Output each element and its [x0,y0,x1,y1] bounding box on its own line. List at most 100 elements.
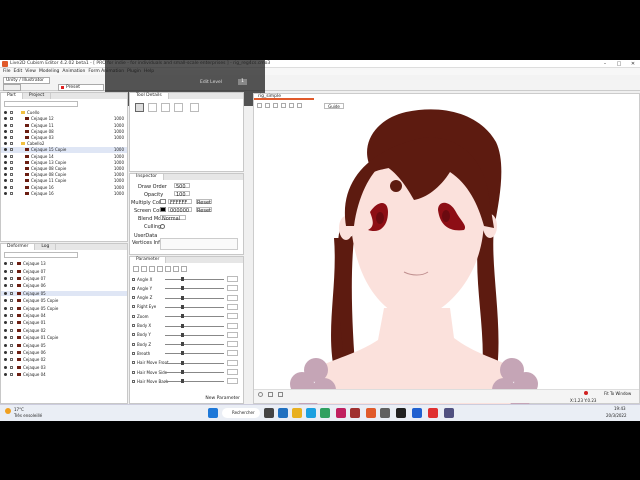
deformer-row[interactable]: Cejaque 07 [1,276,127,282]
deformer-row[interactable]: Cejaque 05 Copie [1,298,127,304]
app-icon-13[interactable] [444,408,454,418]
arrow-tool-icon[interactable] [135,103,144,112]
draw-order-field[interactable]: 500 [174,183,190,190]
deformer-row[interactable]: Cejaque 03 [1,365,127,371]
param-key-icon[interactable] [132,379,135,383]
parameter-value-box[interactable] [227,331,238,338]
visibility-eye-icon[interactable] [4,167,7,171]
lock-icon[interactable] [10,343,13,347]
parameter-slider-knob[interactable] [181,286,185,291]
parameter-slider-knob[interactable] [181,323,185,328]
lasso-tool-icon[interactable] [161,103,170,112]
app-icon-12[interactable] [428,408,438,418]
menu-file[interactable]: File [3,69,11,74]
pen-tool-icon[interactable] [174,103,183,112]
parameter-slider-knob[interactable] [181,277,185,281]
parameter-slider-track[interactable] [165,279,224,280]
deformer-row[interactable]: Cejaque 06 [1,283,127,289]
parameter-slider-knob[interactable] [181,332,185,337]
part-row[interactable]: Cejaque 15 Copie 1000 [1,147,127,153]
part-row[interactable]: Cejaque 11 1000 [1,122,127,128]
param-key-icon[interactable] [132,342,135,346]
taskbar-search[interactable]: Rechercher [222,408,260,418]
deformer-row[interactable]: Cejaque 04 [1,372,127,378]
parameter-value-box[interactable] [227,341,238,348]
lock-icon[interactable] [10,314,13,318]
param-tool-icon-3[interactable] [149,266,155,272]
workspace-select[interactable]: Unity / Illustrator [3,77,50,84]
parameter-slider-track[interactable] [165,297,224,299]
parameter-slider-track[interactable] [165,288,224,290]
parameter-value-box[interactable] [227,369,238,375]
canvas-record-red-icon[interactable] [584,391,588,395]
blend-mode-select[interactable]: Normal [160,215,186,222]
visibility-eye-icon[interactable] [4,373,7,377]
tab-tool-details[interactable]: Tool Details [130,93,169,99]
deformer-row[interactable]: Cejaque 01 [1,320,127,326]
parameter-row[interactable]: Breath [132,349,241,357]
visibility-eye-icon[interactable] [4,117,7,121]
visibility-eye-icon[interactable] [4,284,7,288]
app-icon-10[interactable] [396,408,406,418]
visibility-eye-icon[interactable] [4,321,7,325]
edit-level-value[interactable]: 1 [238,79,247,85]
part-row[interactable]: Cejaque 08 Copie 1000 [1,166,127,172]
workspace-icons[interactable] [3,84,21,91]
lock-icon[interactable] [10,148,13,152]
parameter-slider-knob[interactable] [181,360,185,365]
parameter-slider-knob[interactable] [181,314,185,319]
visibility-eye-icon[interactable] [4,351,7,355]
visibility-eye-icon[interactable] [4,328,7,332]
tab-deformer[interactable]: Deformer [1,244,36,250]
app-icon-6[interactable] [336,408,346,418]
lock-icon[interactable] [10,277,13,281]
parameter-slider-knob[interactable] [181,295,185,300]
lock-icon[interactable] [10,365,13,369]
parameter-slider-track[interactable] [165,353,224,355]
menu-view[interactable]: View [25,69,36,74]
lock-icon[interactable] [10,117,13,121]
parameter-slider-knob[interactable] [181,342,185,347]
deformer-row[interactable]: Cejaque 13 [1,261,127,267]
param-key-icon[interactable] [132,361,135,365]
parameter-slider-track[interactable] [165,362,224,364]
deformer-row[interactable]: Cejaque 02 [1,328,127,334]
part-row[interactable]: Cejaque 12 1000 [1,116,127,122]
visibility-eye-icon[interactable] [4,365,7,369]
deformer-search-input[interactable] [4,252,78,258]
part-row[interactable]: Cejaque 13 Copie 1000 [1,160,127,166]
visibility-eye-icon[interactable] [4,314,7,318]
lock-icon[interactable] [10,129,13,133]
lock-icon[interactable] [10,142,13,146]
parameter-slider-track[interactable] [165,316,224,318]
parameter-slider-track[interactable] [165,325,224,327]
parameter-slider-track[interactable] [165,381,224,383]
visibility-eye-icon[interactable] [4,269,7,273]
deformer-row[interactable]: Cejaque 04 [1,313,127,319]
parameter-row[interactable]: Hair Move Front [132,359,241,367]
cubism-taskbar-icon[interactable] [366,408,376,418]
deformer-row[interactable]: Cejaque 07 [1,268,127,274]
part-row[interactable]: Cejaque 16 1000 [1,184,127,190]
parameter-row[interactable]: Zoom [132,312,241,320]
screen-color-swatch[interactable] [160,207,166,212]
parameter-value-box[interactable] [227,378,238,385]
brush-tool-icon[interactable] [148,103,157,112]
visibility-eye-icon[interactable] [4,336,7,340]
parameter-slider-knob[interactable] [181,351,185,356]
visibility-eye-icon[interactable] [4,262,7,266]
parameter-value-box[interactable] [227,322,238,329]
tab-project[interactable]: Project [23,93,52,99]
lock-icon[interactable] [10,373,13,377]
canvas-grid-icon[interactable] [268,392,273,397]
deformer-row[interactable]: Cejaque 05 [1,290,127,297]
param-tool-icon-7[interactable] [181,266,187,272]
param-key-icon[interactable] [132,305,135,309]
lock-icon[interactable] [10,123,13,127]
parameter-row[interactable]: Body Y [132,331,241,339]
file-explorer-icon[interactable] [292,408,302,418]
visibility-eye-icon[interactable] [4,136,7,140]
parameter-value-box[interactable] [227,294,238,301]
menu-edit[interactable]: Edit [14,69,23,74]
parameter-slider-knob[interactable] [181,370,185,374]
